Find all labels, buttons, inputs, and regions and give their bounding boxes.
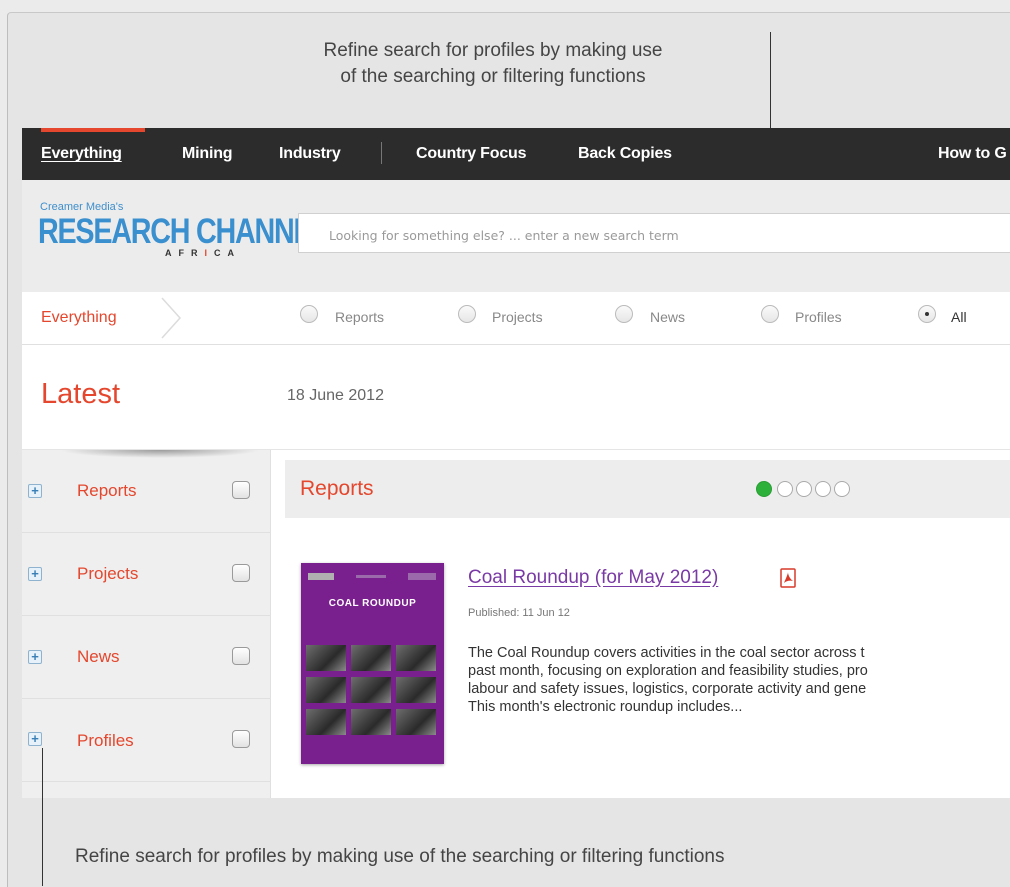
pager-dot[interactable] xyxy=(815,481,831,497)
radio-label-all: All xyxy=(951,309,967,325)
cover-photo xyxy=(306,677,346,703)
sidebar-checkbox-reports[interactable] xyxy=(232,481,250,499)
radio-reports[interactable] xyxy=(300,305,318,323)
sidebar-item-projects[interactable]: + Projects xyxy=(22,533,270,616)
cover-photo xyxy=(396,677,436,703)
callout-top: Refine search for profiles by making use… xyxy=(250,38,736,90)
cover-photo xyxy=(306,645,346,671)
radio-label-profiles: Profiles xyxy=(795,309,842,325)
content-title: Reports xyxy=(300,477,374,500)
nav-item-back-copies[interactable]: Back Copies xyxy=(578,145,672,163)
sidebar-item-label: Profiles xyxy=(77,731,134,750)
nav-item-how-to[interactable]: How to G xyxy=(938,145,1007,163)
report-description: The Coal Roundup covers activities in th… xyxy=(468,644,1010,716)
report-title-link[interactable]: Coal Roundup (for May 2012) xyxy=(468,567,718,589)
pager-dot[interactable] xyxy=(796,481,812,497)
description-line: past month, focusing on exploration and … xyxy=(468,663,868,679)
expand-icon[interactable]: + xyxy=(28,732,42,746)
sidebar-item-label: Projects xyxy=(77,564,139,583)
sidebar-item-label: News xyxy=(77,647,120,666)
cover-title: COAL ROUNDUP xyxy=(328,598,417,609)
description-line: This month's electronic roundup includes… xyxy=(468,699,743,715)
latest-bar xyxy=(22,345,1010,449)
description-line: labour and safety issues, logistics, cor… xyxy=(468,681,867,697)
expand-icon[interactable]: + xyxy=(28,650,42,664)
nav-item-industry[interactable]: Industry xyxy=(279,145,341,163)
search-input[interactable]: Looking for something else? ... enter a … xyxy=(298,213,1010,253)
pager-dot[interactable] xyxy=(834,481,850,497)
section-shadow xyxy=(60,450,260,458)
cover-photo xyxy=(306,709,346,735)
cover-photo xyxy=(396,709,436,735)
radio-projects[interactable] xyxy=(458,305,476,323)
radio-label-news: News xyxy=(650,309,686,325)
expand-icon[interactable]: + xyxy=(28,484,42,498)
nav-active-indicator xyxy=(41,128,145,132)
sidebar-item-label: Reports xyxy=(77,481,137,500)
sidebar-item-profiles[interactable]: + Profiles xyxy=(22,699,270,782)
sidebar-item-reports[interactable]: + Reports xyxy=(22,450,270,533)
nav-item-country-focus[interactable]: Country Focus xyxy=(416,145,526,163)
radio-news[interactable] xyxy=(615,305,633,323)
sidebar-checkbox-news[interactable] xyxy=(232,647,250,665)
cover-photo xyxy=(351,677,391,703)
sidebar-checkbox-profiles[interactable] xyxy=(232,730,250,748)
callout-top-line-2: of the searching or filtering functions xyxy=(340,66,646,87)
radio-label-projects: Projects xyxy=(492,309,543,325)
sidebar-item-news[interactable]: + News xyxy=(22,616,270,699)
pager-dot[interactable] xyxy=(777,481,793,497)
cover-photo xyxy=(351,709,391,735)
site-logo[interactable]: RESEARCH CHANNEL xyxy=(38,212,329,252)
nav-item-mining[interactable]: Mining xyxy=(182,145,233,163)
cover-photo xyxy=(396,645,436,671)
logo-subtitle: AFRICA xyxy=(165,248,242,258)
cover-photo xyxy=(351,645,391,671)
nav-divider xyxy=(381,142,382,164)
expand-icon[interactable]: + xyxy=(28,567,42,581)
callout-pointer-bottom xyxy=(42,748,43,886)
content-header xyxy=(285,460,1010,518)
sidebar-checkbox-projects[interactable] xyxy=(232,564,250,582)
breadcrumb-chevron-icon xyxy=(161,297,182,339)
description-line: The Coal Roundup covers activities in th… xyxy=(468,645,865,661)
pdf-icon[interactable] xyxy=(780,568,796,588)
latest-date: 18 June 2012 xyxy=(287,387,384,404)
cover-header-strip xyxy=(308,573,436,580)
radio-all[interactable] xyxy=(918,305,936,323)
latest-heading: Latest xyxy=(41,378,120,410)
radio-label-reports: Reports xyxy=(335,309,385,325)
nav-item-everything[interactable]: Everything xyxy=(41,145,122,163)
pager-dot-active[interactable] xyxy=(756,481,772,497)
breadcrumb[interactable]: Everything xyxy=(41,309,117,327)
published-date: Published: 11 Jun 12 xyxy=(468,607,570,619)
callout-bottom: Refine search for profiles by making use… xyxy=(75,846,725,867)
callout-top-line-1: Refine search for profiles by making use xyxy=(323,40,663,61)
radio-profiles[interactable] xyxy=(761,305,779,323)
